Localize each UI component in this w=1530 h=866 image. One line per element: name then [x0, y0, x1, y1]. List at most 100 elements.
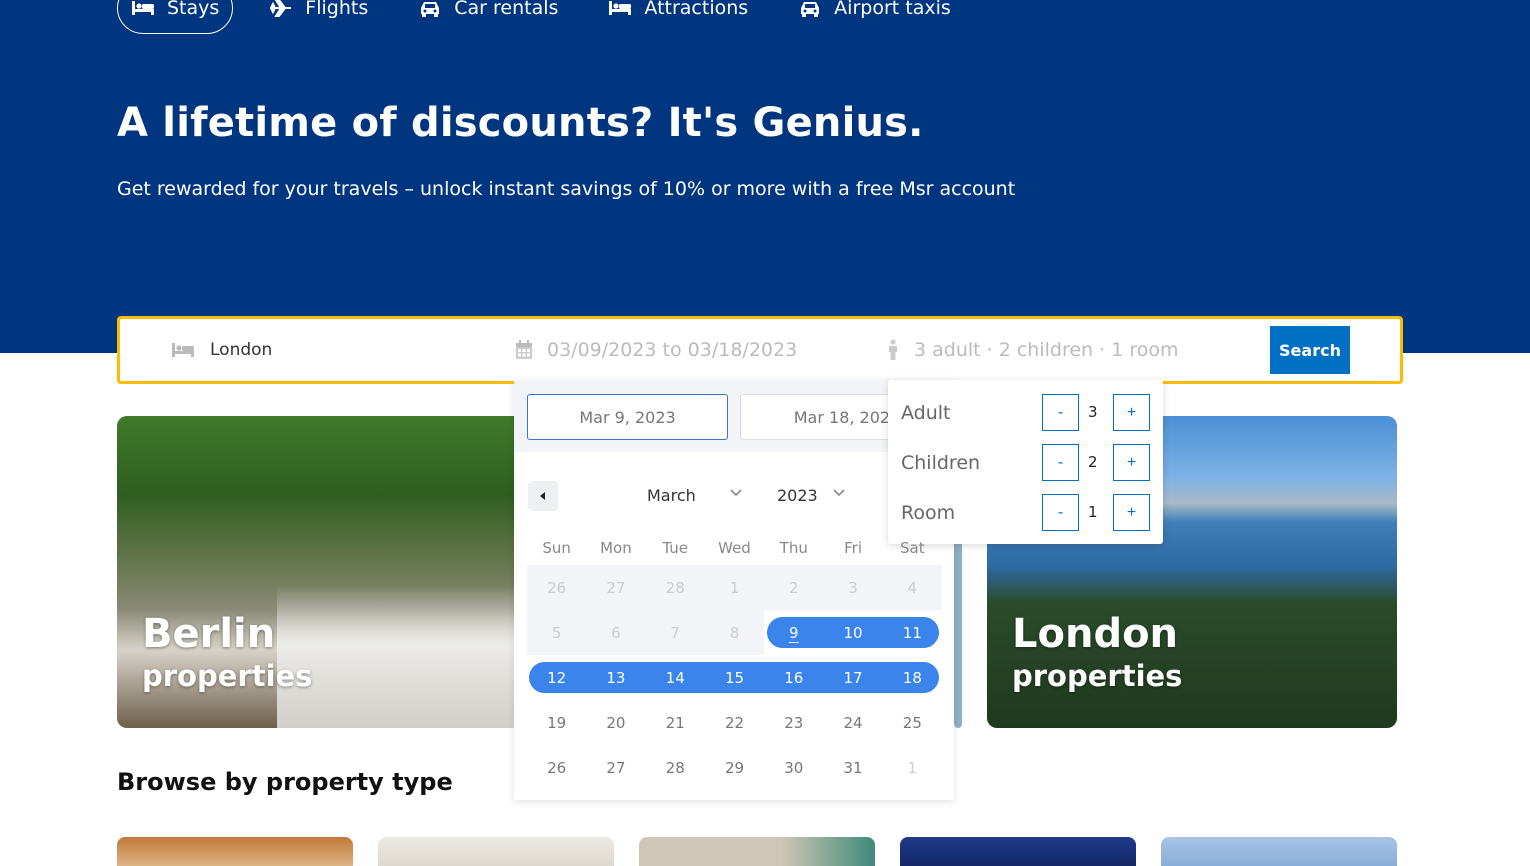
- weekday-row: Sun Mon Tue Wed Thu Fri Sat: [527, 530, 942, 565]
- calendar-day-selected[interactable]: 12: [527, 669, 586, 687]
- prev-month-button[interactable]: [528, 481, 558, 511]
- hero-subtitle: Get rewarded for your travels – unlock i…: [117, 178, 1016, 200]
- search-bar: London 03/09/2023 to 03/18/2023 3 adult …: [117, 316, 1403, 384]
- adult-increment-button[interactable]: +: [1113, 394, 1150, 431]
- nav-airport-taxis-label: Airport taxis: [834, 0, 951, 19]
- calendar-week: 26 27 28 1 2 3 4: [527, 565, 942, 610]
- date-range-value: 03/09/2023 to 03/18/2023: [547, 339, 798, 361]
- weekday-label: Sun: [542, 538, 571, 557]
- calendar-day-selected[interactable]: 10: [823, 624, 882, 642]
- calendar-day-selected[interactable]: 9: [764, 624, 823, 642]
- calendar-day: 1: [729, 578, 740, 597]
- calendar-day: 5: [551, 623, 562, 642]
- card-subtitle: properties: [142, 659, 313, 693]
- calendar-day: 6: [611, 623, 621, 642]
- hero-title: A lifetime of discounts? It's Genius.: [117, 100, 924, 146]
- taxi-icon: [798, 0, 822, 18]
- nav-car-rentals[interactable]: Car rentals: [404, 0, 572, 34]
- calendar-day: 2: [788, 578, 799, 597]
- weekday-label: Mon: [600, 538, 632, 557]
- guests-row-label: Room: [901, 502, 956, 524]
- nav-car-rentals-label: Car rentals: [454, 0, 559, 19]
- plane-icon: [269, 0, 293, 18]
- property-type-thumb[interactable]: [1161, 837, 1397, 866]
- calendar-day[interactable]: 27: [586, 759, 645, 777]
- calendar-day[interactable]: 29: [705, 759, 764, 777]
- nav-airport-taxis[interactable]: Airport taxis: [784, 0, 965, 34]
- weekday-label: Tue: [662, 538, 689, 557]
- date-range-field[interactable]: 03/09/2023 to 03/18/2023: [515, 319, 797, 381]
- bed-icon: [131, 0, 155, 18]
- children-increment-button[interactable]: +: [1113, 444, 1150, 481]
- nav-attractions-label: Attractions: [644, 0, 749, 19]
- guests-row-label: Adult: [901, 402, 951, 424]
- guests-row-children: Children - 2 +: [888, 444, 1163, 482]
- caret-left-icon: [540, 492, 545, 500]
- calendar-day-selected[interactable]: 18: [883, 669, 942, 687]
- calendar-day[interactable]: 22: [705, 714, 764, 732]
- calendar-day: 7: [670, 623, 680, 642]
- calendar-icon: [515, 340, 533, 360]
- calendar-day: 26: [547, 578, 567, 597]
- property-type-thumb[interactable]: [639, 837, 875, 866]
- calendar-day[interactable]: 31: [823, 759, 882, 777]
- property-type-thumb[interactable]: [117, 837, 353, 866]
- calendar-day[interactable]: 25: [883, 714, 942, 732]
- weekday-label: Thu: [779, 538, 808, 557]
- adult-decrement-button[interactable]: -: [1042, 394, 1079, 431]
- weekday-label: Wed: [718, 538, 751, 557]
- destination-card-berlin[interactable]: Berlin properties: [117, 416, 557, 728]
- search-button[interactable]: Search: [1270, 326, 1350, 374]
- guests-field[interactable]: 3 adult · 2 children · 1 room: [886, 319, 1178, 381]
- browse-heading: Browse by property type: [117, 768, 453, 796]
- nav-stays-label: Stays: [167, 0, 220, 19]
- adult-count: 3: [1088, 403, 1098, 421]
- person-icon: [886, 339, 900, 361]
- card-label: Berlin properties: [142, 611, 312, 693]
- guests-dropdown: Adult - 3 + Children - 2 + Room - 1 +: [888, 380, 1163, 544]
- calendar-day[interactable]: 23: [764, 714, 823, 732]
- chevron-down-icon: [833, 489, 845, 497]
- nav-attractions[interactable]: Attractions: [594, 0, 762, 34]
- calendar-day[interactable]: 20: [586, 714, 645, 732]
- bed-icon: [608, 0, 632, 18]
- calendar-day-selected[interactable]: 16: [764, 669, 823, 687]
- card-label: London properties: [1012, 611, 1182, 693]
- calendar-day: 4: [907, 578, 918, 597]
- nav-flights[interactable]: Flights: [255, 0, 382, 34]
- card-subtitle: properties: [1012, 659, 1183, 693]
- nav-stays[interactable]: Stays: [117, 0, 234, 34]
- calendar-day: 28: [665, 578, 685, 597]
- nav-flights-label: Flights: [305, 0, 369, 19]
- guests-value: 3 adult · 2 children · 1 room: [914, 339, 1179, 361]
- calendar-week: 26 27 28 29 30 31 1: [527, 745, 942, 790]
- calendar-day[interactable]: 28: [646, 759, 705, 777]
- calendar-week: 12 13 14 15 16 17 18: [527, 655, 942, 700]
- car-icon: [418, 0, 442, 18]
- start-date-input[interactable]: Mar 9, 2023: [527, 394, 728, 440]
- calendar-day[interactable]: 26: [527, 759, 586, 777]
- calendar-week: 5 6 7 8 9 10 11: [527, 610, 942, 655]
- children-count: 2: [1088, 453, 1098, 471]
- calendar-day[interactable]: 19: [527, 714, 586, 732]
- calendar-day[interactable]: 30: [764, 759, 823, 777]
- calendar-day-selected[interactable]: 17: [823, 669, 882, 687]
- destination-field[interactable]: London: [170, 319, 272, 381]
- calendar-day-selected[interactable]: 15: [705, 669, 764, 687]
- room-decrement-button[interactable]: -: [1042, 494, 1079, 531]
- year-select[interactable]: 2023: [777, 486, 818, 505]
- calendar-day: 27: [606, 578, 626, 597]
- calendar-day-selected[interactable]: 14: [646, 669, 705, 687]
- calendar-day[interactable]: 24: [823, 714, 882, 732]
- calendar-day-selected[interactable]: 11: [883, 624, 942, 642]
- room-increment-button[interactable]: +: [1113, 494, 1150, 531]
- property-type-thumb[interactable]: [900, 837, 1136, 866]
- chevron-down-icon: [730, 489, 742, 497]
- calendar-day[interactable]: 21: [646, 714, 705, 732]
- calendar-day: 3: [848, 578, 858, 597]
- guests-row-adult: Adult - 3 +: [888, 394, 1163, 432]
- month-select[interactable]: March: [647, 486, 696, 505]
- calendar-day-selected[interactable]: 13: [586, 669, 645, 687]
- property-type-thumb[interactable]: [378, 837, 614, 866]
- children-decrement-button[interactable]: -: [1042, 444, 1079, 481]
